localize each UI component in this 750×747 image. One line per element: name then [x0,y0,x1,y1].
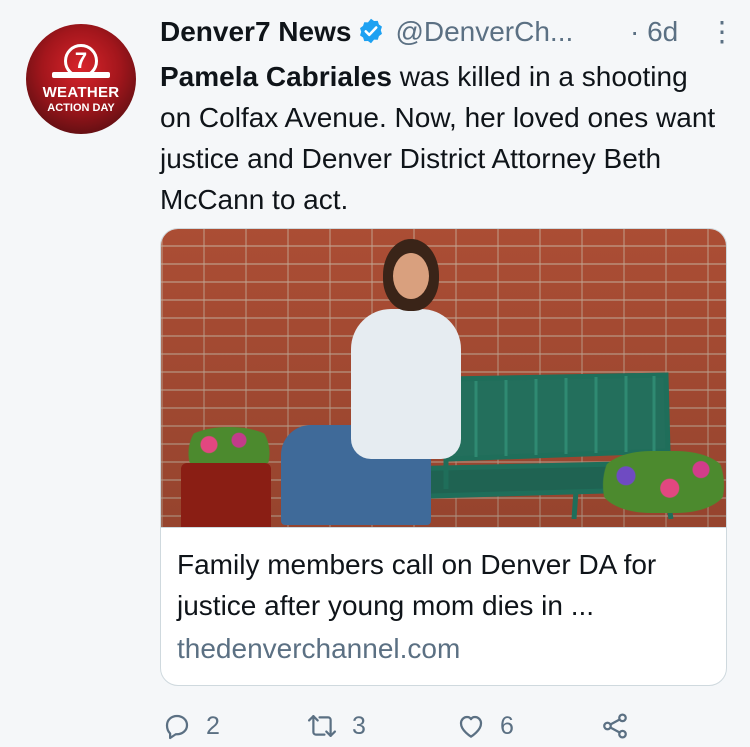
retweet-icon [307,715,337,737]
link-card[interactable]: Family members call on Denver DA for jus… [160,228,727,686]
avatar-bar [52,72,110,78]
tweet-time-value: 6d [647,16,679,47]
person-face [393,253,429,299]
card-photo [161,229,726,527]
like-icon [459,715,483,738]
card-title: Family members call on Denver DA for jus… [177,549,657,621]
like-button[interactable]: 6 [456,706,514,746]
flower-planter-right [601,451,726,513]
share-icon [603,713,627,739]
verified-badge-icon [357,16,385,56]
reply-count: 2 [206,711,220,740]
tweet-text-mention: Pamela Cabriales [160,61,392,92]
tweet[interactable]: 7 WEATHER ACTION DAY Denver7 News @Denver… [0,0,750,747]
more-icon[interactable]: ⋮ [708,12,736,52]
planter-pot [181,463,271,527]
tweet-time[interactable]: · 6d [630,12,678,52]
tweet-header: Denver7 News @DenverCh... · 6d ⋮ [160,12,740,52]
retweet-count: 3 [352,711,366,740]
card-domain: thedenverchannel.com [177,633,461,664]
author-handle[interactable]: @DenverCh... [395,16,573,47]
person-jacket [351,309,461,459]
reply-icon [165,714,189,740]
author-name[interactable]: Denver7 News [160,16,351,47]
avatar-text-line1: WEATHER [42,84,120,101]
author-avatar[interactable]: 7 WEATHER ACTION DAY [26,24,136,134]
tweet-actions: 2 3 6 [160,706,740,746]
avatar-text-line2: ACTION DAY [47,102,115,114]
tweet-text: Pamela Cabriales was killed in a shootin… [160,56,720,220]
reply-button[interactable]: 2 [162,706,220,746]
retweet-button[interactable]: 3 [306,706,366,746]
like-count: 6 [500,711,514,740]
share-button[interactable] [600,706,644,746]
card-body[interactable]: Family members call on Denver DA for jus… [161,527,726,685]
